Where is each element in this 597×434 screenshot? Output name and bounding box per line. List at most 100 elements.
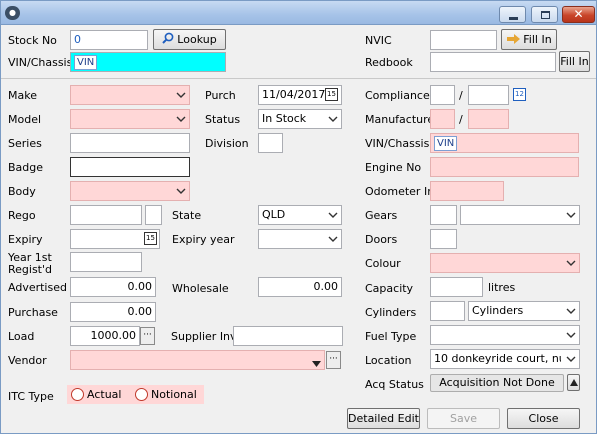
rego-label: Rego: [8, 209, 36, 222]
division-input[interactable]: [258, 133, 283, 153]
load-ellipsis-button[interactable]: ···: [140, 327, 155, 345]
title-bar: ● ✕: [1, 1, 596, 25]
nvic-input[interactable]: [430, 30, 497, 50]
manufacture-separator: /: [459, 113, 463, 126]
maximize-button[interactable]: [531, 6, 558, 23]
year-first-label-line2: Regist'd: [8, 263, 53, 276]
calendar-icon[interactable]: 15: [144, 232, 157, 245]
maximize-icon: [541, 11, 550, 19]
expiry-year-label: Expiry year: [172, 233, 235, 246]
odometer-label: Odometer In: [365, 185, 435, 198]
rego-input[interactable]: [70, 205, 142, 225]
status-label: Status: [205, 113, 241, 126]
rego-suffix-input[interactable]: [145, 205, 162, 225]
acq-status-toggle-button[interactable]: [567, 374, 580, 391]
manufacture-year-input[interactable]: [468, 109, 509, 129]
state-select[interactable]: QLD: [258, 205, 342, 225]
purch-label: Purch: [205, 89, 236, 102]
nvic-label: NVIC: [365, 34, 392, 47]
expiry-label: Expiry: [8, 233, 43, 246]
vin-tag: VIN: [74, 55, 98, 70]
fuel-type-label: Fuel Type: [365, 330, 417, 343]
redbook-input[interactable]: [430, 52, 556, 72]
capacity-label: Capacity: [365, 282, 414, 295]
calendar-icon[interactable]: 12: [513, 88, 526, 101]
save-button[interactable]: Save: [427, 408, 500, 429]
make-label: Make: [8, 89, 37, 102]
lookup-button[interactable]: Lookup: [153, 29, 226, 50]
supplier-inv-input[interactable]: [233, 326, 343, 346]
nvic-fill-in-label: Fill In: [523, 33, 552, 46]
triangle-up-icon: [569, 376, 578, 389]
nvic-fill-in-button[interactable]: Fill In: [501, 29, 557, 50]
vin-chassis-right-input[interactable]: VIN: [430, 133, 579, 153]
load-input[interactable]: 1000.00: [70, 326, 140, 346]
car-icon: ●: [5, 6, 20, 20]
vin-chassis-input[interactable]: VIN: [70, 52, 226, 72]
triangle-down-icon: [312, 356, 321, 369]
lookup-label: Lookup: [177, 33, 217, 46]
colour-label: Colour: [365, 257, 401, 270]
itc-notional-radio[interactable]: [135, 388, 148, 401]
state-value: QLD: [262, 208, 286, 221]
redbook-fill-in-button[interactable]: Fill In: [559, 51, 590, 72]
year-first-registered-input[interactable]: [70, 252, 142, 272]
location-value: 10 donkeyride court, nunda: [434, 352, 561, 365]
engine-no-label: Engine No: [365, 161, 422, 174]
magnifier-icon: [162, 31, 174, 50]
gears-count-input[interactable]: [430, 205, 457, 225]
stock-no-input[interactable]: 0: [70, 30, 148, 50]
badge-input[interactable]: [70, 157, 190, 177]
doors-input[interactable]: [430, 229, 457, 249]
vendor-ellipsis-button[interactable]: ···: [326, 351, 341, 369]
model-select[interactable]: [70, 109, 190, 129]
minimize-button[interactable]: [499, 6, 526, 23]
fuel-type-select[interactable]: [430, 325, 580, 345]
series-input[interactable]: [70, 133, 190, 153]
location-select[interactable]: 10 donkeyride court, nunda: [430, 349, 580, 369]
itc-actual-radio[interactable]: [71, 388, 84, 401]
odometer-input[interactable]: [430, 181, 504, 201]
body-select[interactable]: [70, 181, 190, 201]
state-label: State: [172, 209, 202, 222]
cylinders-label: Cylinders: [365, 306, 417, 319]
chevron-down-icon: [328, 234, 338, 244]
compliance-label: Compliance: [365, 89, 430, 102]
detailed-edit-button[interactable]: Detailed Edit: [347, 408, 420, 429]
manufacture-month-input[interactable]: [430, 109, 455, 129]
capacity-input[interactable]: [430, 277, 483, 297]
close-button[interactable]: Close: [507, 408, 580, 429]
minimize-icon: [509, 17, 518, 20]
cylinders-select[interactable]: Cylinders: [468, 301, 580, 321]
vehicle-stock-window: ● ✕ Stock No 0 Lookup VIN/Chassis VIN NV…: [0, 0, 597, 434]
advertised-input[interactable]: 0.00: [70, 277, 156, 297]
purchase-input[interactable]: 0.00: [70, 302, 156, 322]
series-label: Series: [8, 137, 42, 150]
compliance-month-input[interactable]: [430, 85, 455, 105]
itc-notional-label: Notional: [151, 388, 197, 401]
vin-tag: VIN: [434, 136, 458, 151]
status-select[interactable]: In Stock: [258, 109, 342, 129]
gears-label: Gears: [365, 209, 398, 222]
chevron-down-icon: [566, 330, 576, 340]
colour-select[interactable]: [430, 253, 580, 273]
supplier-inv-label: Supplier Inv.: [171, 330, 240, 343]
calendar-icon[interactable]: 15: [325, 88, 338, 101]
vin-chassis-label: VIN/Chassis: [8, 56, 73, 69]
close-window-button[interactable]: ✕: [562, 6, 595, 23]
expiry-year-select[interactable]: [258, 229, 342, 249]
wholesale-input[interactable]: 0.00: [258, 277, 342, 297]
cylinders-count-input[interactable]: [430, 301, 465, 321]
location-label: Location: [365, 354, 412, 367]
division-label: Division: [205, 137, 249, 150]
acq-status-button[interactable]: Acquisition Not Done: [430, 374, 564, 392]
vendor-select[interactable]: [70, 350, 325, 370]
chevron-down-icon: [566, 354, 576, 364]
make-select[interactable]: [70, 85, 190, 105]
doors-label: Doors: [365, 233, 398, 246]
capacity-unit: litres: [488, 281, 516, 294]
chevron-down-icon: [328, 210, 338, 220]
gears-type-select[interactable]: [460, 205, 580, 225]
compliance-year-input[interactable]: [468, 85, 509, 105]
engine-no-input[interactable]: [430, 157, 579, 177]
